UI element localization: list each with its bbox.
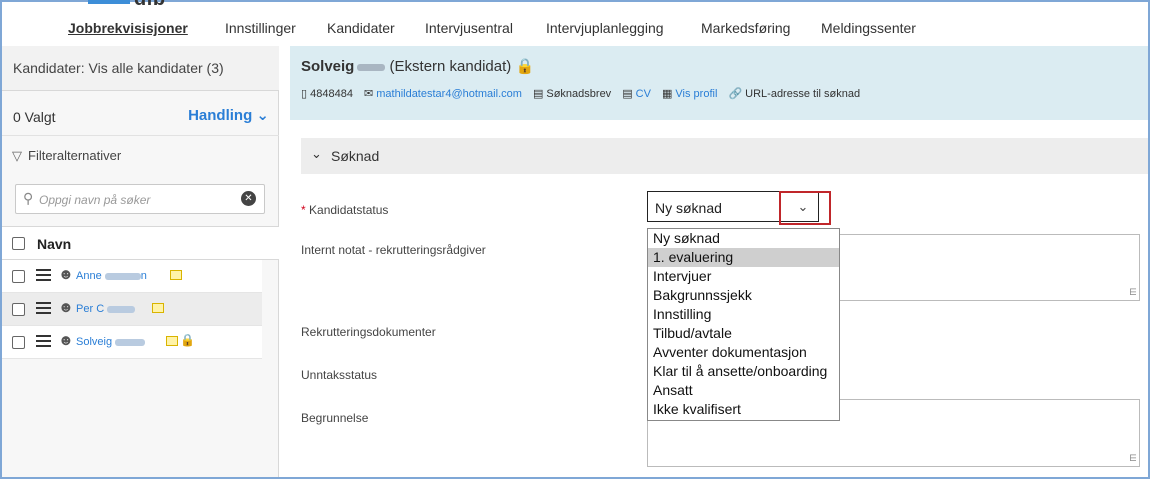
row-checkbox[interactable] xyxy=(12,270,25,283)
status-option[interactable]: Intervjuer xyxy=(648,267,839,286)
status-option[interactable]: Bakgrunnssjekk xyxy=(648,286,839,305)
cv-link[interactable]: CV xyxy=(636,88,651,100)
candidate-name-link[interactable]: Per C xyxy=(76,303,136,315)
top-navigation: Jobbrekvisisjoner Innstillinger Kandidat… xyxy=(0,20,1150,46)
action-menu-button[interactable]: Handling ⌄ xyxy=(188,106,269,124)
annotation-highlight-box xyxy=(779,191,831,225)
nav-innstillinger[interactable]: Innstillinger xyxy=(225,20,296,36)
candidate-row[interactable]: ☻ Solveig 🔒 xyxy=(2,326,262,359)
hamburger-menu-icon[interactable] xyxy=(36,335,51,350)
nav-intervjusentral[interactable]: Intervjusentral xyxy=(425,20,513,36)
resize-handle-icon[interactable]: ⋿ xyxy=(1129,287,1137,298)
candidate-status-dropdown: Ny søknad 1. evaluering Intervjuer Bakgr… xyxy=(647,228,840,421)
candidate-contact-bar: ▯ 4848484 ✉ mathildatestar4@hotmail.com ▤… xyxy=(301,87,860,100)
cover-letter-link[interactable]: Søknadsbrev xyxy=(546,88,611,100)
status-option[interactable]: Tilbud/avtale xyxy=(648,324,839,343)
status-option[interactable]: 1. evaluering xyxy=(648,248,839,267)
row-checkbox[interactable] xyxy=(12,336,25,349)
candidate-header: Solveig (Ekstern kandidat) 🔒 ▯ 4848484 ✉… xyxy=(290,46,1148,120)
document-icon: ▤ xyxy=(532,88,544,100)
candidate-name-link[interactable]: Solveig xyxy=(76,336,146,348)
row-checkbox[interactable] xyxy=(12,303,25,316)
filter-options[interactable]: ▽ Filteralternativer xyxy=(2,138,279,174)
candidate-title: Solveig (Ekstern kandidat) 🔒 xyxy=(301,58,535,75)
search-input[interactable]: ⚲ Oppgi navn på søker ✕ xyxy=(15,184,265,214)
candidate-detail-panel: Solveig (Ekstern kandidat) 🔒 ▯ 4848484 ✉… xyxy=(290,46,1148,477)
application-section-header[interactable]: ⌄ Søknad xyxy=(301,138,1148,174)
candidate-row[interactable]: ☻ Anne n xyxy=(2,260,262,293)
lock-icon: 🔒 xyxy=(515,58,535,75)
name-column-header: Navn xyxy=(2,226,279,260)
nav-kandidater[interactable]: Kandidater xyxy=(327,20,395,36)
person-icon: ☻ xyxy=(58,299,74,316)
status-option[interactable]: Avventer dokumentasjon xyxy=(648,343,839,362)
clear-search-icon[interactable]: ✕ xyxy=(241,191,256,206)
hamburger-menu-icon[interactable] xyxy=(36,269,51,284)
internal-note-label: Internt notat - rekrutteringsrådgiver xyxy=(301,243,486,257)
status-option[interactable]: Innstilling xyxy=(648,305,839,324)
status-option[interactable]: Ikke kvalifisert xyxy=(648,400,839,419)
phone-number: 4848484 xyxy=(310,88,353,100)
nav-markedsforing[interactable]: Markedsføring xyxy=(701,20,790,36)
phone-icon: ▯ xyxy=(301,88,308,100)
cv-icon[interactable] xyxy=(166,336,178,346)
email-link[interactable]: mathildatestar4@hotmail.com xyxy=(376,88,522,100)
exception-status-label: Unntaksstatus xyxy=(301,368,378,382)
chevron-down-icon: ⌄ xyxy=(311,146,322,161)
selection-bar: 0 Valgt Handling ⌄ xyxy=(2,91,279,136)
brand-logo: dfb xyxy=(88,0,198,10)
application-url-link[interactable]: URL-adresse til søknad xyxy=(745,88,860,100)
profile-card-icon: ▦ xyxy=(662,88,673,100)
nav-intervjuplanlegging[interactable]: Intervjuplanlegging xyxy=(546,20,664,36)
cv-icon[interactable] xyxy=(152,303,164,313)
link-icon: 🔗 xyxy=(728,88,743,100)
status-option[interactable]: Klar til å ansette/onboarding xyxy=(648,362,839,381)
hamburger-menu-icon[interactable] xyxy=(36,302,51,317)
recruitment-documents-label: Rekrutteringsdokumenter xyxy=(301,325,436,339)
document-icon: ▤ xyxy=(622,88,633,100)
select-all-checkbox[interactable] xyxy=(12,237,25,250)
status-option[interactable]: Ansatt xyxy=(648,381,839,400)
selected-count: 0 Valgt xyxy=(13,109,56,125)
reason-label: Begrunnelse xyxy=(301,411,369,425)
candidate-status-label: * Kandidatstatus xyxy=(301,203,389,217)
person-icon: ☻ xyxy=(58,266,74,283)
filter-icon: ▽ xyxy=(12,148,22,163)
candidate-list-panel: Kandidater: Vis alle kandidater (3) 0 Va… xyxy=(2,46,279,477)
candidate-row[interactable]: ☻ Per C xyxy=(2,293,262,326)
candidate-name-link[interactable]: Anne n xyxy=(76,270,147,282)
view-profile-link[interactable]: Vis profil xyxy=(675,88,717,100)
candidate-list-header[interactable]: Kandidater: Vis alle kandidater (3) xyxy=(2,46,279,91)
chevron-down-icon: ⌄ xyxy=(256,107,269,124)
lock-icon: 🔒 xyxy=(180,333,195,347)
cv-icon[interactable] xyxy=(170,270,182,280)
nav-jobbrekvisisjoner[interactable]: Jobbrekvisisjoner xyxy=(68,20,188,36)
person-icon: ☻ xyxy=(58,332,74,349)
nav-meldingssenter[interactable]: Meldingssenter xyxy=(821,20,916,36)
resize-handle-icon[interactable]: ⋿ xyxy=(1129,453,1137,464)
search-icon: ⚲ xyxy=(23,190,34,206)
status-option[interactable]: Ny søknad xyxy=(648,229,839,248)
email-icon: ✉ xyxy=(364,88,374,100)
